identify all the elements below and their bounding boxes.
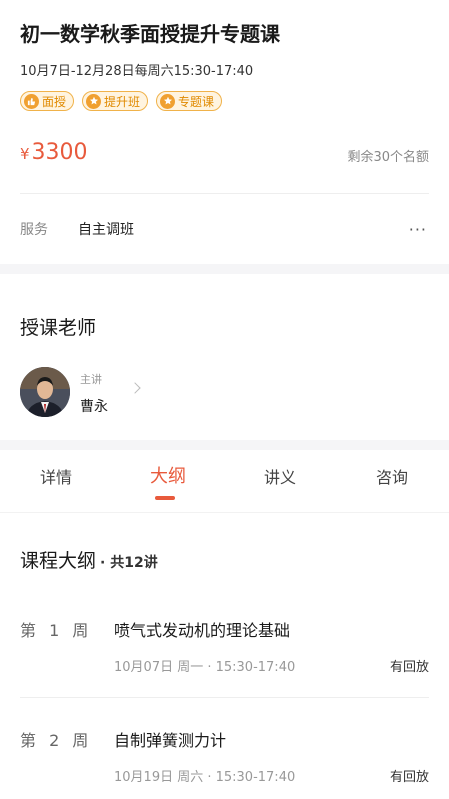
replay-badge[interactable]: 有回放 <box>390 766 429 785</box>
course-tags: 面授 提升班 专题课 <box>20 91 223 111</box>
tab-details[interactable]: 详情 <box>40 464 72 488</box>
tag-label: 面授 <box>42 94 67 109</box>
teacher-section-heading: 授课老师 <box>20 317 97 339</box>
more-icon[interactable]: ··· <box>409 220 427 239</box>
price-amount: 3300 <box>31 140 88 165</box>
section-separator <box>0 440 449 450</box>
star-icon <box>86 93 102 109</box>
service-label: 服务 <box>20 222 48 238</box>
lesson-time: 10月19日 周六 · 15:30-17:40 <box>114 770 296 785</box>
remaining-seats: 剩余30个名额 <box>347 150 429 165</box>
teacher-name: 曹永 <box>80 399 108 415</box>
lesson-week: 第 1 周 <box>20 621 93 640</box>
active-tab-indicator <box>155 496 175 500</box>
tag-label: 专题课 <box>178 94 215 109</box>
lesson-title: 自制弹簧测力计 <box>114 731 227 750</box>
lesson-week: 第 2 周 <box>20 731 93 750</box>
tab-consult[interactable]: 咨询 <box>376 464 408 488</box>
section-separator <box>0 264 449 274</box>
tag-face-to-face: 面授 <box>20 91 75 111</box>
course-price: ¥3300 <box>20 140 88 165</box>
course-schedule: 10月7日-12月28日每周六15:30-17:40 <box>20 64 254 79</box>
lesson-time: 10月07日 周一 · 15:30-17:40 <box>114 660 296 675</box>
tab-syllabus[interactable]: 大纲 <box>150 462 186 488</box>
tag-label: 提升班 <box>104 94 141 109</box>
replay-badge[interactable]: 有回放 <box>390 656 429 675</box>
lesson-title: 喷气式发动机的理论基础 <box>114 621 291 640</box>
chevron-right-icon[interactable] <box>129 382 141 394</box>
tab-handouts[interactable]: 讲义 <box>264 464 296 488</box>
thumbs-up-icon <box>24 93 39 109</box>
syllabus-title: 课程大纲 <box>20 550 97 572</box>
course-title: 初一数学秋季面授提升专题课 <box>20 22 280 46</box>
divider <box>0 512 449 513</box>
teacher-avatar[interactable] <box>20 367 70 417</box>
teacher-role: 主讲 <box>80 373 102 386</box>
divider <box>20 697 429 698</box>
tab-bar: 详情 大纲 讲义 咨询 <box>0 450 449 505</box>
lesson-count: · 共12讲 <box>100 555 158 571</box>
star-icon <box>160 93 176 109</box>
tag-improvement-class: 提升班 <box>82 91 149 111</box>
syllabus-heading: 课程大纲 · 共12讲 <box>20 546 158 573</box>
divider <box>20 193 429 194</box>
price-currency: ¥ <box>20 145 30 163</box>
tag-special-topic: 专题课 <box>156 91 223 111</box>
service-value: 自主调班 <box>78 222 134 238</box>
